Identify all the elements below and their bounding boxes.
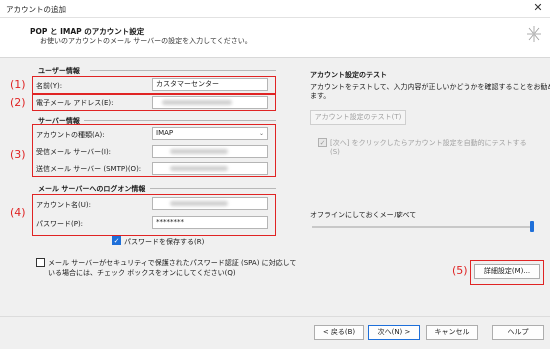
- marker-5: (5): [452, 264, 468, 277]
- spa-label-line1: メール サーバーがセキュリティで保護されたパスワード認証 (SPA) に対応して: [48, 259, 297, 267]
- title-bar: [0, 0, 550, 18]
- incoming-server-field[interactable]: [152, 145, 268, 158]
- auto-test-checkbox[interactable]: ✓: [318, 138, 327, 147]
- offline-value: すべて: [396, 211, 417, 219]
- user-info-heading: ユーザー情報: [38, 67, 80, 75]
- logon-info-heading: メール サーバーへのログオン情報: [38, 185, 146, 193]
- offline-label: オフラインにしておくメール:: [310, 211, 403, 219]
- account-type-select[interactable]: IMAP ⌄: [152, 127, 268, 140]
- test-heading: アカウント設定のテスト: [310, 71, 387, 79]
- incoming-server-label: 受信メール サーバー(I):: [36, 148, 112, 156]
- divider: [84, 120, 276, 121]
- redacted-value: [162, 100, 232, 105]
- name-label: 名前(Y):: [36, 82, 63, 90]
- outgoing-server-label: 送信メール サーバー (SMTP)(O):: [36, 165, 142, 173]
- window-title: アカウントの追加: [6, 5, 66, 14]
- save-password-label: パスワードを保存する(R): [124, 238, 205, 246]
- marker-1: (1): [10, 78, 26, 91]
- email-label: 電子メール アドレス(E):: [36, 99, 114, 107]
- chevron-down-icon: ⌄: [258, 130, 264, 137]
- account-type-value: IMAP: [156, 129, 174, 137]
- password-label: パスワード(P):: [36, 220, 84, 228]
- marker-2: (2): [10, 96, 26, 109]
- marker-4: (4): [10, 206, 26, 219]
- redacted-value: [170, 166, 228, 171]
- spa-checkbox[interactable]: [36, 258, 45, 267]
- redacted-value: [170, 201, 228, 206]
- divider: [150, 188, 276, 189]
- redacted-value: [170, 149, 228, 154]
- divider: [90, 70, 276, 71]
- test-desc-line1: アカウントをテストして、入力内容が正しいかどうかを確認することをお勧めし: [310, 83, 550, 91]
- dialog-subtitle: お使いのアカウントのメール サーバーの設定を入力してください。: [40, 37, 252, 45]
- offline-slider-thumb[interactable]: [530, 221, 534, 232]
- cancel-button[interactable]: キャンセル: [426, 325, 478, 340]
- email-field[interactable]: [152, 96, 268, 109]
- name-field[interactable]: カスタマーセンター: [152, 78, 268, 91]
- sparkle-icon: [527, 26, 541, 42]
- footer-divider: [0, 316, 550, 317]
- outgoing-server-field[interactable]: [152, 162, 268, 175]
- back-button[interactable]: < 戻る(B): [314, 325, 364, 340]
- account-type-label: アカウントの種類(A):: [36, 131, 105, 139]
- next-button[interactable]: 次へ(N) >: [368, 325, 420, 340]
- account-name-field[interactable]: [152, 197, 268, 210]
- offline-slider-track: [312, 226, 534, 228]
- marker-3: (3): [10, 148, 26, 161]
- test-account-button[interactable]: アカウント設定のテスト(T): [310, 110, 406, 125]
- password-field[interactable]: ********: [152, 216, 268, 229]
- test-desc-line2: ます。: [310, 92, 331, 100]
- account-name-label: アカウント名(U):: [36, 201, 91, 209]
- advanced-settings-button[interactable]: 詳細設定(M)...: [474, 264, 540, 279]
- close-icon[interactable]: ✕: [531, 1, 545, 15]
- spa-label-line2: いる場合には、チェック ボックスをオンにしてください(Q): [48, 269, 236, 277]
- save-password-checkbox[interactable]: ✓: [112, 236, 121, 245]
- auto-test-label-line1: [次へ] をクリックしたらアカウント設定を自動的にテストする: [330, 139, 527, 147]
- help-button[interactable]: ヘルプ: [492, 325, 544, 340]
- auto-test-label-line2: (S): [330, 148, 340, 156]
